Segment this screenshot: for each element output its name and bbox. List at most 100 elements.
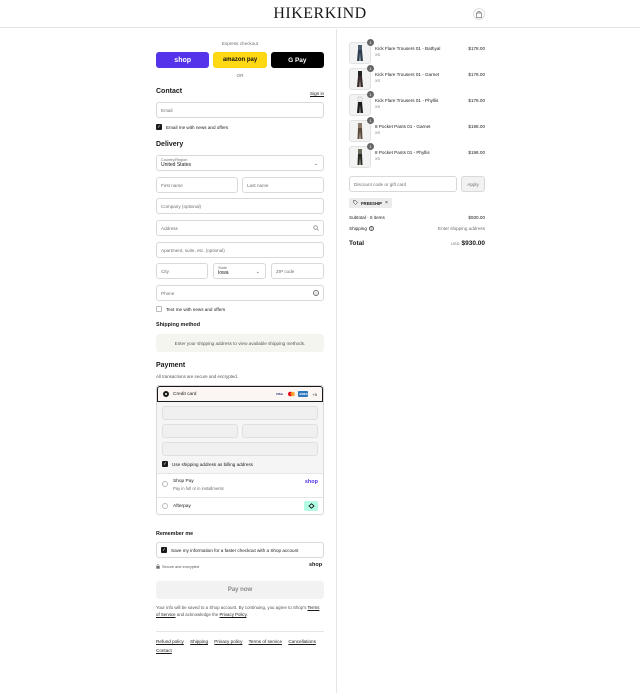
store-logo[interactable]: HIKERKIND [0,5,640,23]
tag-icon [353,200,358,206]
remember-me-heading: Remember me [156,531,194,537]
item-name: Kick Flare Trousers 01 - Phyllis [375,98,439,103]
item-size: XS [375,79,381,83]
legal-text-end: . [246,612,248,617]
credit-card-label: Credit card [173,391,197,397]
shop-pay-subtitle: Pay in full or in installments [173,486,224,491]
shop-pay-button[interactable]: shop [156,52,210,68]
item-name: Kick Flare Trousers 01 - Bathyal [375,46,441,51]
radio-selected-icon [163,391,169,397]
payment-methods: Credit card VISA AMEX +5 ✓ Use shipping … [156,385,324,515]
item-price: $198.00 [468,150,485,155]
mastercard-icon [286,391,296,397]
shop-pay-label: Shop Pay [173,479,194,484]
radio-icon [162,481,168,487]
state-select[interactable]: State Iowa ⌄ [213,263,266,279]
shipping-method-heading: Shipping method [156,322,201,328]
subtotal-label: Subtotal · 5 items [349,215,385,220]
card-number-field[interactable] [162,406,318,420]
address-field[interactable]: Address [156,220,324,236]
shop-pay-option[interactable]: Shop Pay Pay in full or in installments … [157,474,323,498]
discount-code-field[interactable]: Discount code or gift card [349,176,457,192]
cart-item: 1 Kick Flare Trousers 01 - Garnet XS $17… [349,65,485,90]
discount-tag: FREESHIP × [349,198,392,208]
radio-icon [162,503,168,509]
amazon-pay-button[interactable]: amazon pay [213,52,267,68]
pay-now-button[interactable]: Pay now [156,581,324,599]
shop-logo: shop [309,562,323,568]
save-info-option[interactable]: ✓ Save my information for a faster check… [156,542,324,558]
secure-text: Secure and encrypted [162,565,200,569]
payment-heading: Payment [156,362,186,369]
checkbox-empty-icon [156,306,162,312]
google-pay-button[interactable]: G Pay [270,52,324,68]
delivery-heading: Delivery [156,141,184,148]
chevron-down-icon: ⌄ [313,161,318,167]
afterpay-label: Afterpay [173,503,191,509]
footer-links: Refund policy Shipping Privacy policy Te… [156,637,324,655]
subtotal-value: $930.00 [468,215,485,220]
item-name: 8 Pocket Pants 01 - Garnet [375,124,431,129]
afterpay-option[interactable]: Afterpay [157,498,323,514]
company-field[interactable]: Company (optional) [156,198,324,214]
zip-field[interactable]: ZIP code [271,263,324,279]
cart-item: 1 8 Pocket Pants 01 - Garnet XS $198.00 [349,117,485,142]
shop-pay-logo: shop [304,479,318,485]
sign-in-link[interactable]: Sign in [310,91,324,96]
last-name-field[interactable]: Last name [242,177,324,193]
security-code-field[interactable] [242,424,318,438]
quantity-badge: 1 [367,143,374,150]
city-field[interactable]: City [156,263,208,279]
address-placeholder: Address [161,225,178,231]
item-name: Kick Flare Trousers 01 - Garnet [375,72,440,77]
shipping-notice: Enter your shipping address to view avai… [156,334,324,352]
discount-code: FREESHIP [361,200,382,206]
help-icon[interactable]: ? [368,226,374,231]
shipping-row: Shipping? Enter shipping address [349,226,485,231]
name-on-card-field[interactable] [162,442,318,456]
first-name-field[interactable]: First name [156,177,238,193]
lock-icon [156,564,160,570]
contact-heading: Contact [156,88,183,95]
cancellations-link[interactable]: Cancellations [288,639,316,644]
country-select[interactable]: Country/Region United States ⌄ [156,155,324,171]
close-icon[interactable]: × [385,200,388,206]
email-field[interactable]: Email [156,102,324,118]
item-price: $178.00 [468,46,485,51]
express-buttons: shop amazon pay G Pay [156,52,324,68]
quantity-badge: 1 [367,39,374,46]
afterpay-logo-icon [304,501,318,511]
or-divider: OR [236,73,244,78]
quantity-badge: 1 [367,91,374,98]
billing-same-checkbox[interactable]: ✓ Use shipping address as billing addres… [162,461,318,467]
cart-bag-icon[interactable] [473,8,485,20]
apartment-field[interactable]: Apartment, suite, etc. (optional) [156,242,324,258]
legal-text: Your info will be saved to a Shop accoun… [156,604,324,618]
cart-item: 1 Kick Flare Trousers 01 - Phyllis XS $1… [349,91,485,116]
item-size: XS [375,157,381,161]
refund-policy-link[interactable]: Refund policy [156,639,184,644]
privacy-policy-link[interactable]: Privacy policy [214,639,242,644]
apply-button[interactable]: Apply [461,176,485,192]
check-icon: ✓ [156,124,162,130]
text-news-checkbox[interactable]: Text me with news and offers [156,306,225,312]
credit-card-option[interactable]: Credit card VISA AMEX +5 [157,386,323,402]
item-price: $178.00 [468,98,485,103]
terms-of-service-link[interactable]: Terms of service [249,639,282,644]
shipping-label: Shipping [349,226,367,231]
chevron-down-icon: ⌄ [255,269,260,275]
shipping-link[interactable]: Shipping [190,639,208,644]
expiration-field[interactable] [162,424,238,438]
phone-field[interactable]: Phone ? [156,285,324,301]
email-news-checkbox[interactable]: ✓ Email me with news and offers [156,124,228,130]
contact-link[interactable]: Contact [156,648,172,653]
help-icon[interactable]: ? [313,290,319,296]
subtotal-row: Subtotal · 5 items $930.00 [349,215,485,220]
legal-text-a: Your info will be saved to a Shop accoun… [156,605,307,610]
credit-card-form: ✓ Use shipping address as billing addres… [157,402,323,474]
privacy-link[interactable]: Privacy Policy [220,612,247,617]
item-price: $198.00 [468,124,485,129]
cart-item: 1 Kick Flare Trousers 01 - Bathyal XS $1… [349,39,485,64]
save-info-label: Save my information for a faster checkou… [171,547,299,553]
legal-text-b: and acknowledge the [176,612,219,617]
